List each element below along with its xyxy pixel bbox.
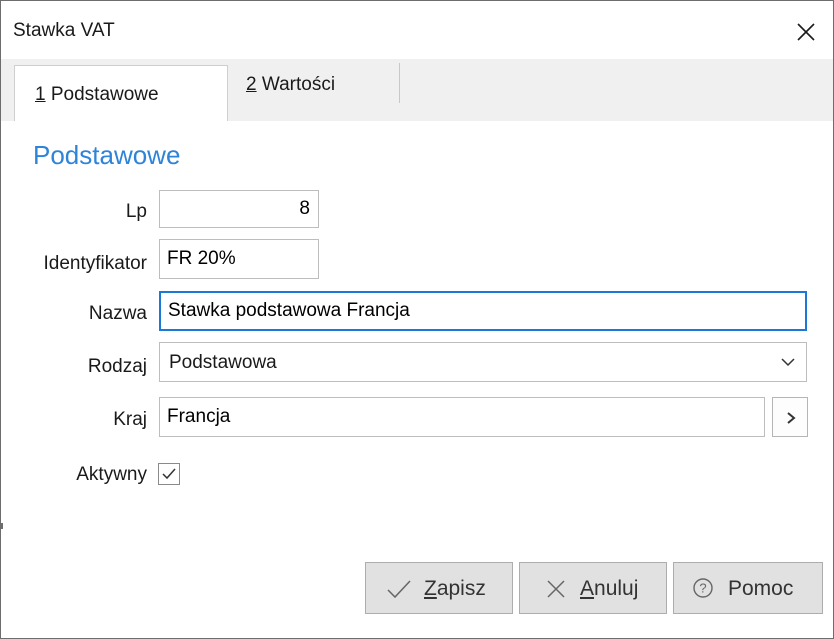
save-button-label: Zapisz bbox=[424, 577, 486, 600]
tab-wartosci[interactable]: 2 Wartości bbox=[229, 63, 399, 115]
rodzaj-select[interactable]: Podstawowa bbox=[159, 342, 807, 382]
tab-separator bbox=[399, 63, 400, 103]
aktywny-checkbox[interactable] bbox=[158, 463, 180, 485]
lp-label: Lp bbox=[125, 201, 147, 222]
window-title: Stawka VAT bbox=[13, 20, 115, 41]
checkmark-icon bbox=[162, 468, 176, 480]
cancel-button-label: Anuluj bbox=[580, 577, 639, 600]
save-button[interactable]: Zapisz bbox=[365, 562, 513, 614]
question-circle-icon: ? bbox=[693, 578, 713, 598]
aktywny-label: Aktywny bbox=[76, 464, 147, 485]
chevron-down-icon bbox=[781, 358, 795, 367]
title-bar: Stawka VAT bbox=[1, 1, 833, 59]
tab-podstawowe-label: 1 Podstawowe bbox=[35, 84, 159, 105]
tab-wartosci-label: 2 Wartości bbox=[246, 74, 336, 95]
rodzaj-label: Rodzaj bbox=[87, 356, 147, 377]
frame-mark bbox=[1, 523, 3, 529]
x-icon bbox=[547, 580, 565, 598]
help-button-label: Pomoc bbox=[728, 577, 794, 600]
close-icon bbox=[797, 23, 815, 41]
tab-podstawowe[interactable]: 1 Podstawowe bbox=[14, 65, 228, 121]
nazwa-field[interactable] bbox=[159, 291, 807, 331]
rodzaj-selected-value: Podstawowa bbox=[169, 352, 277, 373]
lp-field[interactable] bbox=[159, 190, 319, 228]
kraj-lookup-button[interactable] bbox=[772, 397, 808, 437]
help-button[interactable]: ? Pomoc bbox=[673, 562, 823, 614]
checkmark-icon bbox=[387, 580, 411, 599]
kraj-label: Kraj bbox=[113, 409, 147, 430]
dialog-window: Stawka VAT 1 Podstawowe 2 Wartości Podst… bbox=[0, 0, 834, 639]
kraj-field[interactable] bbox=[159, 397, 765, 437]
cancel-button[interactable]: Anuluj bbox=[519, 562, 667, 614]
section-title: Podstawowe bbox=[33, 140, 181, 170]
nazwa-label: Nazwa bbox=[88, 303, 147, 324]
identyfikator-label: Identyfikator bbox=[43, 253, 148, 274]
chevron-right-icon bbox=[787, 412, 796, 424]
svg-text:?: ? bbox=[699, 581, 706, 596]
identyfikator-field[interactable] bbox=[159, 239, 319, 279]
close-button[interactable] bbox=[783, 9, 829, 55]
